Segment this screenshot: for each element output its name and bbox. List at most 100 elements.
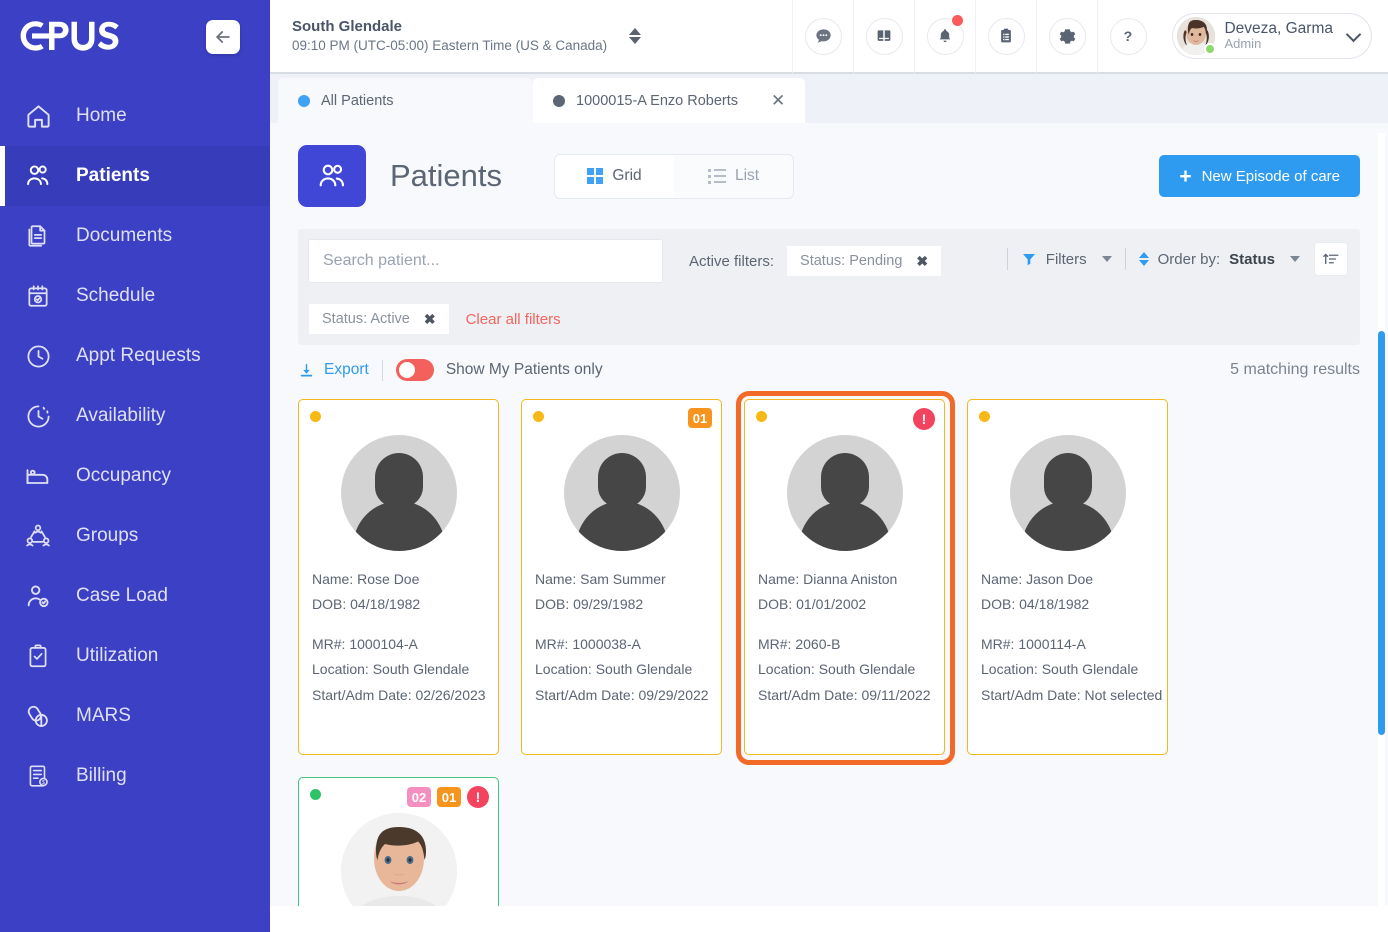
sidebar-item-home[interactable]: Home	[0, 86, 270, 146]
sidebar-item-label: MARS	[76, 705, 131, 726]
sidebar-item-billing[interactable]: $ Billing	[0, 746, 270, 806]
card-badges: 02 01 !	[407, 786, 489, 808]
sidebar-item-documents[interactable]: Documents	[0, 206, 270, 266]
location-selector[interactable]: South Glendale 09:10 PM (UTC-05:00) East…	[270, 18, 607, 54]
header-icon-bar: ?	[792, 0, 1158, 73]
sort-ascending-icon	[1323, 253, 1339, 265]
tab-label: 1000015-A Enzo Roberts	[576, 92, 739, 109]
location-switch-arrows-icon[interactable]	[629, 28, 642, 44]
avatar-placeholder-icon	[340, 435, 457, 551]
calendar-icon	[22, 283, 54, 309]
patient-card[interactable]: Name: Jason Doe DOB: 04/18/1982 MR#: 100…	[967, 399, 1168, 755]
sidebar-item-utilization[interactable]: Utilization	[0, 626, 270, 686]
new-episode-label: New Episode of care	[1201, 167, 1340, 185]
clipboard-icon[interactable]	[987, 17, 1025, 55]
grid-icon	[587, 168, 604, 184]
filters-dropdown[interactable]: Filters	[1021, 251, 1112, 268]
sidebar-item-availability[interactable]: Availability	[0, 386, 270, 446]
patient-card-selected[interactable]: ! Name: Dianna Aniston DOB: 01/01/2002 M…	[736, 391, 955, 765]
sort-arrows-icon	[1138, 252, 1149, 266]
avatar	[1177, 17, 1217, 55]
app-logo	[18, 20, 122, 54]
gear-icon[interactable]	[1048, 17, 1086, 55]
case-load-icon	[22, 582, 54, 610]
clear-all-filters-link[interactable]: Clear all filters	[466, 311, 561, 328]
divider	[1006, 248, 1008, 270]
sidebar-item-label: Home	[76, 105, 127, 126]
page-bottom-strip	[270, 906, 1388, 932]
book-icon[interactable]	[865, 17, 903, 55]
list-icon	[708, 169, 726, 184]
export-button[interactable]: Export	[298, 361, 369, 379]
patient-card[interactable]: Name: Rose Doe DOB: 04/18/1982 MR#: 1000…	[298, 399, 499, 755]
show-my-patients-toggle[interactable]	[395, 359, 434, 381]
view-toggle-grid-label: Grid	[612, 167, 642, 184]
chevron-down-icon	[1345, 26, 1362, 42]
clock-dashed-icon	[22, 403, 54, 430]
user-menu[interactable]: Deveza, Garma Admin	[1172, 13, 1372, 59]
tab-strip: All Patients 1000015-A Enzo Roberts ✕	[270, 74, 1388, 123]
filters-label: Filters	[1045, 250, 1087, 268]
new-episode-of-care-button[interactable]: + New Episode of care	[1159, 155, 1360, 197]
sort-direction-button[interactable]	[1314, 242, 1348, 276]
filter-icon	[1022, 254, 1035, 266]
user-name: Deveza, Garma	[1224, 19, 1333, 37]
sidebar-item-occupancy[interactable]: Occupancy	[0, 446, 270, 506]
close-icon[interactable]: ✖	[424, 311, 436, 328]
patient-photo	[753, 435, 936, 551]
patient-location: Location: South Glendale	[758, 661, 916, 678]
sidebar-item-case-load[interactable]: Case Load	[0, 566, 270, 626]
status-dot	[756, 411, 767, 422]
active-filters-label: Active filters:	[689, 252, 775, 270]
header-icon-cell-settings	[1036, 0, 1097, 73]
toolbar-row: Export Show My Patients only 5 matching …	[298, 359, 1360, 381]
logo-wordmark	[18, 20, 122, 54]
scrollbar-thumb[interactable]	[1378, 331, 1385, 735]
page-header: Patients Grid List + New Episode of care	[270, 123, 1388, 207]
patients-icon	[22, 162, 54, 190]
page-title: Patients	[390, 158, 503, 193]
close-icon[interactable]: ✕	[771, 92, 785, 109]
sidebar-item-patients[interactable]: Patients	[0, 146, 270, 206]
alert-icon[interactable]: !	[913, 408, 935, 430]
patient-name: Name: Jason Doe	[981, 571, 1094, 587]
alert-icon[interactable]: !	[467, 786, 489, 808]
badge-count[interactable]: 02	[407, 787, 431, 807]
plus-icon: +	[1179, 164, 1192, 188]
patient-start-date: Start/Adm Date: Not selected	[981, 686, 1163, 703]
clock-icon	[22, 343, 54, 370]
header-icon-cell-book	[853, 0, 914, 73]
view-toggle-list[interactable]: List	[674, 155, 793, 198]
patient-card[interactable]: 01 Name: Sam Summer DOB: 09/29/1982 MR#:…	[521, 399, 722, 755]
tab-label: All Patients	[321, 92, 394, 109]
sidebar-item-appt-requests[interactable]: Appt Requests	[0, 326, 270, 386]
close-icon[interactable]: ✖	[916, 253, 928, 270]
brand-row	[0, 0, 270, 74]
card-badges: 01	[688, 408, 712, 428]
tab-status-dot	[553, 94, 565, 107]
chevron-down-icon	[1101, 256, 1112, 262]
view-toggle-grid[interactable]: Grid	[555, 154, 675, 198]
patient-location: Location: South Glendale	[312, 661, 470, 678]
sidebar-item-schedule[interactable]: Schedule	[0, 266, 270, 326]
svg-text:$: $	[42, 780, 45, 786]
sidebar-item-groups[interactable]: Groups	[0, 506, 270, 566]
order-by-dropdown[interactable]: Order by: Status	[1138, 251, 1300, 268]
collapse-sidebar-button[interactable]	[206, 20, 240, 54]
patient-name: Name: Dianna Aniston	[758, 571, 898, 587]
patient-mr: MR#: 1000114-A	[981, 635, 1086, 652]
badge-count[interactable]: 01	[437, 787, 461, 807]
badge-count[interactable]: 01	[688, 408, 712, 428]
sidebar-item-mars[interactable]: MARS	[0, 686, 270, 746]
chat-icon[interactable]	[804, 17, 842, 55]
search-input[interactable]	[308, 239, 663, 283]
sidebar-item-label: Documents	[76, 225, 173, 246]
filter-chip-status-pending[interactable]: Status: Pending ✖	[786, 245, 943, 277]
help-icon[interactable]: ?	[1109, 17, 1147, 55]
patients-page: Patients Grid List + New Episode of care	[270, 123, 1388, 932]
tab-all-patients[interactable]: All Patients	[278, 78, 533, 123]
filter-chip-status-active[interactable]: Status: Active ✖	[308, 303, 450, 335]
tab-patient-enzo-roberts[interactable]: 1000015-A Enzo Roberts ✕	[533, 78, 806, 123]
